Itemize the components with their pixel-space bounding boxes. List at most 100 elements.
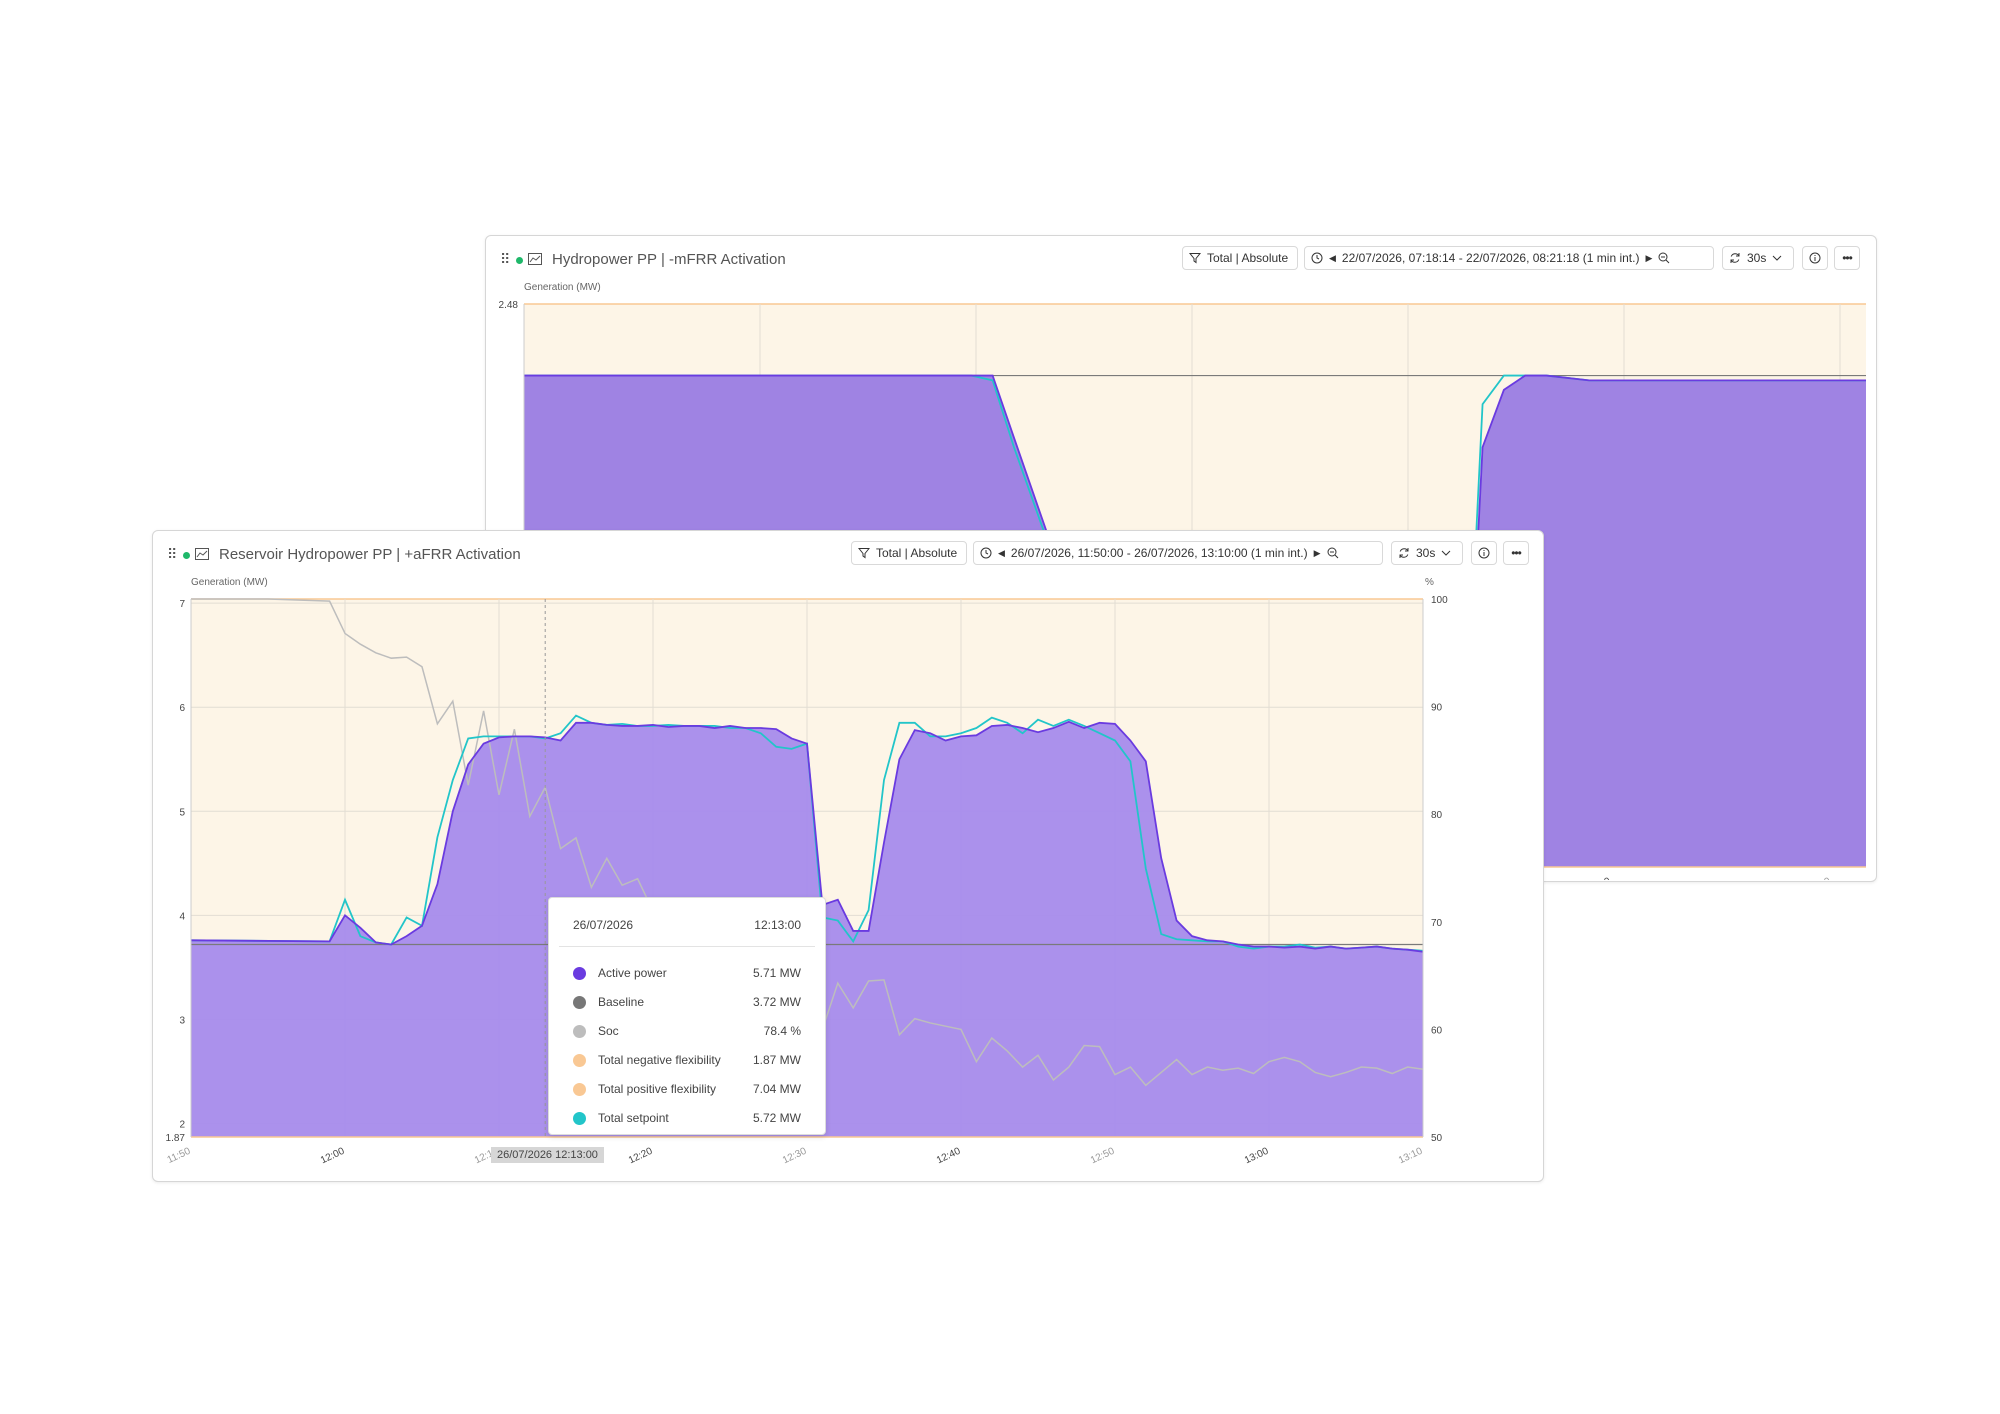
caret-left-icon[interactable]: ◀ bbox=[1329, 253, 1336, 264]
y-tick-label: 7 bbox=[179, 599, 185, 610]
y2-tick-label: 100 bbox=[1431, 595, 1448, 606]
refresh-select[interactable]: 30s bbox=[1722, 246, 1794, 270]
more-icon: ••• bbox=[1842, 251, 1853, 265]
refresh-label: 30s bbox=[1416, 546, 1436, 560]
y-tick-label: 2 bbox=[179, 1119, 185, 1130]
x-tick-label: 08:20 bbox=[1805, 876, 1833, 880]
time-range-control[interactable]: ◀ 26/07/2026, 11:50:00 - 26/07/2026, 13:… bbox=[973, 541, 1383, 565]
panel-header: ⠿ Reservoir Hydropower PP | +aFRR Activa… bbox=[153, 531, 1543, 577]
y2-tick-label: 50 bbox=[1431, 1133, 1443, 1144]
x-tick-label: 12:50 bbox=[1089, 1146, 1117, 1167]
info-button[interactable] bbox=[1802, 246, 1828, 270]
y-tick-label: 2.48 bbox=[499, 300, 519, 311]
x-tick-label: 08:10 bbox=[1585, 876, 1613, 880]
y2-tick-label: 60 bbox=[1431, 1025, 1443, 1036]
filter-icon bbox=[858, 548, 870, 559]
zoom-out-icon[interactable] bbox=[1658, 252, 1670, 264]
refresh-icon bbox=[1399, 548, 1409, 558]
time-range-label: 22/07/2026, 07:18:14 - 22/07/2026, 08:21… bbox=[1341, 251, 1640, 265]
tooltip-row-soc: Soc 78.4 % bbox=[573, 1022, 801, 1040]
drag-handle-icon[interactable]: ⠿ bbox=[167, 546, 177, 563]
info-button[interactable] bbox=[1471, 541, 1497, 565]
caret-right-icon[interactable]: ▶ bbox=[1314, 548, 1321, 559]
x-tick-label: 12:30 bbox=[781, 1146, 809, 1167]
more-icon: ••• bbox=[1511, 546, 1522, 560]
tooltip-series-name: Total setpoint bbox=[598, 1111, 669, 1125]
tooltip-series-name: Total positive flexibility bbox=[598, 1082, 717, 1096]
legend-swatch-icon bbox=[573, 1053, 586, 1067]
chevron-down-icon bbox=[1442, 550, 1451, 556]
tooltip-series-name: Soc bbox=[598, 1024, 619, 1038]
legend-swatch-icon bbox=[573, 1082, 586, 1096]
x-tick-label: 13:10 bbox=[1397, 1146, 1425, 1167]
info-icon bbox=[1478, 547, 1490, 559]
drag-handle-icon[interactable]: ⠿ bbox=[500, 251, 510, 268]
y2-tick-label: 70 bbox=[1431, 918, 1443, 929]
panel-title: Reservoir Hydropower PP | +aFRR Activati… bbox=[219, 546, 521, 563]
time-range-control[interactable]: ◀ 22/07/2026, 07:18:14 - 22/07/2026, 08:… bbox=[1304, 246, 1714, 270]
y-tick-label: 1.87 bbox=[166, 1133, 186, 1144]
panel-reservoir-afrr: ⠿ Reservoir Hydropower PP | +aFRR Activa… bbox=[152, 530, 1544, 1182]
caret-left-icon[interactable]: ◀ bbox=[998, 548, 1005, 559]
filter-label: Total | Absolute bbox=[1207, 251, 1289, 265]
x-tick-label: 13:00 bbox=[1243, 1146, 1271, 1167]
x-tick-label: 12:20 bbox=[627, 1146, 655, 1167]
tooltip-row-setpoint: Total setpoint 5.72 MW bbox=[573, 1109, 801, 1127]
tooltip-row-active-power: Active power 5.71 MW bbox=[573, 964, 801, 982]
tooltip-row-negative-flexibility: Total negative flexibility 1.87 MW bbox=[573, 1051, 801, 1069]
tooltip-series-value: 3.72 MW bbox=[752, 995, 801, 1009]
x-tick-label: 11:50 bbox=[166, 1146, 193, 1166]
clock-icon bbox=[980, 547, 992, 559]
chart-tooltip: 26/07/2026 12:13:00 Active power 5.71 MW… bbox=[548, 897, 826, 1135]
y2-tick-label: 90 bbox=[1431, 703, 1443, 714]
legend-swatch-icon bbox=[573, 1024, 586, 1038]
panel-title: Hydropower PP | -mFRR Activation bbox=[552, 251, 786, 268]
tooltip-date: 26/07/2026 bbox=[573, 918, 634, 932]
tooltip-row-positive-flexibility: Total positive flexibility 7.04 MW bbox=[573, 1080, 801, 1098]
more-button[interactable]: ••• bbox=[1834, 246, 1860, 270]
y2-tick-label: 80 bbox=[1431, 810, 1443, 821]
y-tick-label: 5 bbox=[179, 807, 185, 818]
legend-swatch-icon bbox=[573, 966, 586, 980]
tooltip-series-name: Baseline bbox=[598, 995, 645, 1009]
tooltip-series-name: Total negative flexibility bbox=[598, 1053, 721, 1067]
y-tick-label: 4 bbox=[179, 911, 185, 922]
legend-swatch-icon bbox=[573, 1111, 586, 1125]
tooltip-series-value: 5.72 MW bbox=[752, 1111, 801, 1125]
filter-icon bbox=[1189, 253, 1201, 264]
refresh-select[interactable]: 30s bbox=[1391, 541, 1463, 565]
chart-icon bbox=[528, 252, 542, 270]
status-dot-icon bbox=[516, 257, 523, 264]
crosshair-x-label: 26/07/2026 12:13:00 bbox=[491, 1147, 604, 1163]
filter-button[interactable]: Total | Absolute bbox=[1182, 246, 1298, 270]
tooltip-series-name: Active power bbox=[598, 966, 667, 980]
afrr-chart[interactable]: 7654321.87100908070605011:50 12:00 12:10 12… bbox=[153, 577, 1543, 1181]
filter-label: Total | Absolute bbox=[876, 546, 958, 560]
tooltip-header: 26/07/2026 12:13:00 bbox=[573, 918, 801, 938]
legend-swatch-icon bbox=[573, 995, 586, 1009]
tooltip-time: 12:13:00 bbox=[754, 918, 801, 932]
y-tick-label: 6 bbox=[179, 703, 185, 714]
chevron-down-icon bbox=[1773, 255, 1782, 261]
x-tick-label: 12:40 bbox=[935, 1146, 963, 1167]
tooltip-series-value: 7.04 MW bbox=[752, 1082, 801, 1096]
filter-button[interactable]: Total | Absolute bbox=[851, 541, 967, 565]
refresh-label: 30s bbox=[1747, 251, 1767, 265]
tooltip-series-value: 5.71 MW bbox=[752, 966, 801, 980]
status-dot-icon bbox=[183, 552, 190, 559]
info-icon bbox=[1809, 252, 1821, 264]
caret-right-icon[interactable]: ▶ bbox=[1645, 253, 1652, 264]
clock-icon bbox=[1311, 252, 1323, 264]
refresh-icon bbox=[1730, 253, 1740, 263]
tooltip-series-value: 1.87 MW bbox=[752, 1053, 801, 1067]
y-tick-label: 3 bbox=[179, 1015, 185, 1026]
more-button[interactable]: ••• bbox=[1503, 541, 1529, 565]
time-range-label: 26/07/2026, 11:50:00 - 26/07/2026, 13:10… bbox=[1010, 546, 1308, 560]
tooltip-series-value: 78.4 % bbox=[763, 1024, 801, 1038]
chart-icon bbox=[195, 547, 209, 565]
panel-header: ⠿ Hydropower PP | -mFRR Activation Total… bbox=[486, 236, 1876, 282]
x-tick-label: 12:00 bbox=[319, 1146, 347, 1167]
tooltip-row-baseline: Baseline 3.72 MW bbox=[573, 993, 801, 1011]
tooltip-divider bbox=[559, 946, 815, 947]
zoom-out-icon[interactable] bbox=[1327, 547, 1339, 559]
